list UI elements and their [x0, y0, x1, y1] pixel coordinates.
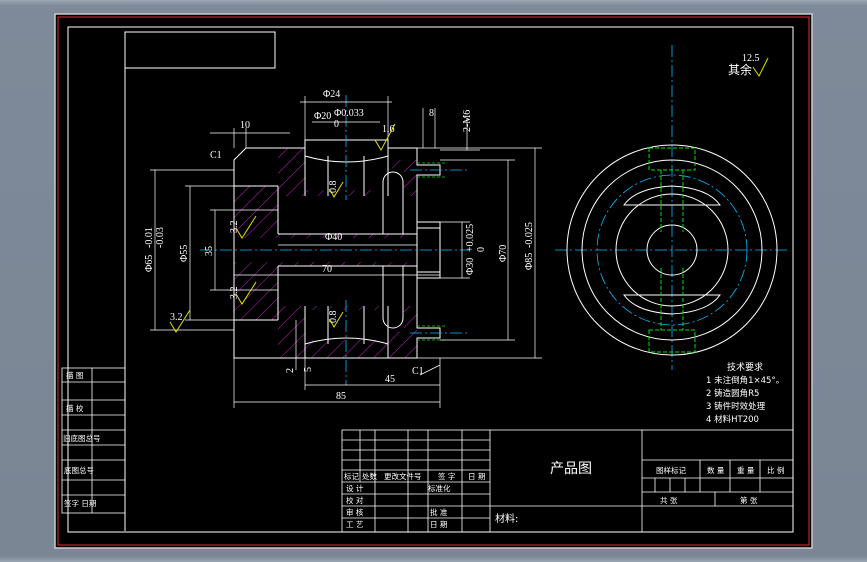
dim-2: 2 [285, 368, 296, 373]
tech-req-item-2: 2 铸造圆角R5 [706, 388, 759, 399]
dim-phi85-tol: -0.025 [524, 222, 535, 248]
dim-phi70: Φ70 [498, 245, 509, 262]
title-row-process: 工 艺 [346, 520, 363, 529]
title-row-check: 校 对 [346, 495, 364, 505]
tech-req-title: 技术要求 [727, 361, 763, 373]
title-right-header-4: 比 例 [767, 465, 784, 475]
sheet-number: 第 张 [740, 495, 758, 505]
chamfer-c1-bottom: C1 [412, 366, 424, 377]
dim-8: 8 [429, 108, 434, 119]
chamfer-c1-top: C1 [210, 150, 222, 161]
title-row-design: 设 计 [346, 483, 364, 493]
dim-phi85: Φ85 [524, 253, 535, 270]
side-table-row-4: 底图总号 [64, 465, 94, 475]
dim-phi40: Φ40 [325, 232, 342, 243]
dim-phi20: Φ20 [314, 111, 331, 122]
title-row-standard: 标准化 [428, 483, 451, 493]
material-label: 材料: [495, 512, 518, 525]
title-row-approve: 批 准 [430, 507, 448, 517]
dim-5: 5 [303, 367, 314, 372]
title-header-2: 处数 [362, 471, 377, 481]
side-table-row-3: 旧底图总号 [63, 433, 101, 443]
cad-drawing: 其余 12.5 Φ24 Φ20 Φ0.033 0 8 2-M6 10 1.6 C… [54, 13, 813, 549]
dim-45: 45 [385, 374, 395, 385]
dim-phi24: Φ24 [323, 89, 340, 100]
tech-req-item-3: 3 铸件时效处理 [706, 401, 766, 412]
side-table-row-2: 描 校 [66, 403, 84, 413]
sheet-total: 共 张 [660, 496, 678, 505]
title-header-4: 签 字 [438, 471, 455, 481]
rough-3-2-low: 3.2 [229, 287, 240, 300]
title-row-date: 日 期 [430, 520, 447, 529]
title-header-3: 更改文件号 [384, 471, 422, 481]
rough-0-8-top: 0.8 [328, 181, 339, 194]
dim-phi65-tol: -0.01-0.03 [144, 227, 166, 248]
roughness-value: 12.5 [742, 53, 760, 64]
dim-m6: 2-M6 [462, 110, 473, 132]
roughness-label: 其余 [728, 62, 752, 77]
dim-10: 10 [240, 120, 250, 131]
title-right-header-1: 图样标记 [656, 465, 686, 475]
rough-0-8-bot: 0.8 [328, 311, 339, 324]
side-table-row-1: 描 图 [66, 370, 83, 380]
drawing-name: 产品图 [550, 461, 592, 477]
title-header-1: 标记 [344, 471, 359, 481]
sheet-background [54, 13, 813, 549]
title-right-header-2: 数 量 [707, 465, 725, 475]
dim-35: 35 [204, 246, 215, 256]
tech-req-item-4: 4 材料HT200 [706, 414, 759, 425]
dim-85: 85 [336, 391, 346, 402]
dim-phi55: Φ55 [179, 245, 190, 262]
title-header-5: 日 期 [468, 472, 485, 481]
dim-phi65: Φ65 [144, 255, 155, 272]
title-row-review: 审 核 [346, 507, 364, 517]
rough-3-2-mid: 3.2 [229, 221, 240, 234]
dim-phi30: Φ30 [465, 258, 476, 275]
dim-70-horizontal: 70 [322, 264, 332, 275]
tech-req-item-1: 1 未注倒角1×45°。 [706, 375, 784, 386]
dim-1-6-top: 1.6 [382, 124, 395, 135]
title-right-header-3: 重 量 [737, 466, 755, 475]
rough-3-2-bot: 3.2 [170, 312, 183, 323]
side-table-row-5: 签字 日期 [64, 498, 96, 508]
